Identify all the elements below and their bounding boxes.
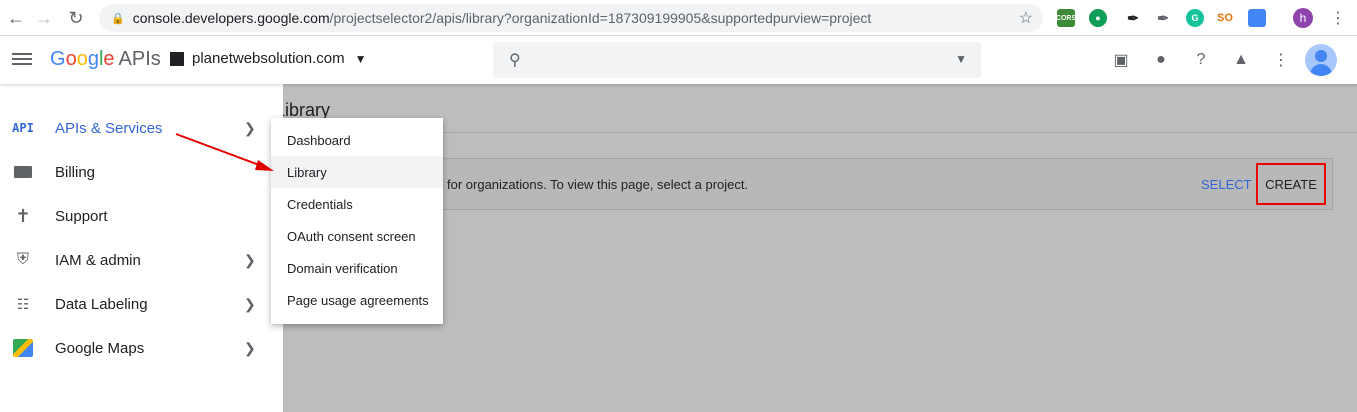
org-name: planetwebsolution.com [192,50,345,67]
nav-drawer: API APIs & Services ❯ Billing ✝ Support … [0,84,283,412]
nav-item-label: Support [55,207,108,225]
account-avatar[interactable] [1305,44,1337,76]
logo-apis: APIs [118,48,161,70]
building-icon [170,51,184,66]
search-input[interactable]: ⚲ ▼ [493,42,981,78]
submenu-item-dashboard[interactable]: Dashboard [271,124,443,156]
forward-icon[interactable]: → [30,4,58,32]
url-path: /projectselector2/apis/library?organizat… [329,10,872,26]
submenu-item-credentials[interactable]: Credentials [271,188,443,220]
search-dropdown-icon[interactable]: ▼ [955,52,967,66]
shield-icon: ⛨ [16,251,29,268]
nav-item-label: Google Maps [55,339,145,357]
title-divider [283,132,1357,133]
chevron-right-icon: ❯ [244,339,256,356]
chevron-right-icon: ❯ [244,295,256,312]
lock-icon: 🔒 [111,12,125,25]
browser-toolbar: ← → ↻ 🔒 console.developers.google.com/pr… [0,0,1357,36]
profile-avatar[interactable]: h [1293,8,1313,28]
green-ext-icon[interactable]: ● [1089,9,1107,27]
submenu-item-library[interactable]: Library [271,156,443,188]
billing-icon [12,161,34,183]
nav-item-billing[interactable]: Billing [0,150,283,194]
nav-item-google-maps[interactable]: Google Maps ❯ [0,326,283,370]
reload-icon[interactable]: ↻ [62,4,90,32]
nav-item-iam-admin[interactable]: ⛨ IAM & admin ❯ [0,238,283,282]
notifications-icon[interactable]: ▲ [1230,49,1252,71]
chevron-right-icon: ❯ [244,251,256,268]
nav-item-label: IAM & admin [55,251,141,269]
support-icon: ✝ [15,205,31,226]
feedback-icon[interactable]: ● [1150,49,1172,71]
eyedropper-icon[interactable]: ✒ [1124,9,1142,27]
colorpicker-icon[interactable]: ✒ [1154,9,1172,27]
gift-icon[interactable]: ▣ [1110,49,1132,71]
nav-item-apis-services[interactable]: API APIs & Services ❯ [0,106,283,150]
submenu-item-domain-verification[interactable]: Domain verification [271,252,443,284]
dropdown-caret-icon: ▼ [354,51,367,66]
google-apis-logo[interactable]: Google APIs [50,48,161,71]
api-icon: API [12,121,34,135]
banner-text: for organizations. To view this page, se… [447,177,749,192]
submenu-item-page-usage[interactable]: Page usage agreements [271,284,443,316]
seo-icon[interactable]: SO [1216,9,1234,27]
url-host: console.developers.google.com [132,10,330,26]
help-icon[interactable]: ? [1190,49,1212,71]
nav-item-label: Billing [55,163,96,181]
org-selector[interactable]: planetwebsolution.com ▼ [170,50,366,67]
chrome-menu-icon[interactable]: ⋮ [1330,8,1346,28]
logo-google: Google [50,48,115,70]
screenshot-icon[interactable] [1248,9,1266,27]
submenu-item-oauth-consent[interactable]: OAuth consent screen [271,220,443,252]
back-icon[interactable]: ← [2,4,30,32]
bookmark-star-icon[interactable]: ☆ [1019,8,1033,28]
apis-services-submenu: Dashboard Library Credentials OAuth cons… [271,118,443,324]
select-button[interactable]: SELECT [1201,177,1252,192]
nav-item-support[interactable]: ✝ Support [0,194,283,238]
more-options-icon[interactable]: ⋮ [1270,49,1292,71]
cors-icon[interactable]: CORS [1056,9,1076,27]
nav-item-label: APIs & Services [55,119,163,137]
app-header: Google APIs planetwebsolution.com ▼ ⚲ ▼ ▣… [0,36,1357,84]
search-icon: ⚲ [509,52,521,69]
nav-item-data-labeling[interactable]: ☷ Data Labeling ❯ [0,282,283,326]
address-bar[interactable]: 🔒 console.developers.google.com/projects… [99,4,1043,32]
data-labeling-icon: ☷ [16,295,30,312]
create-button[interactable]: CREATE [1256,163,1326,205]
nav-item-label: Data Labeling [55,295,148,313]
hamburger-menu-icon[interactable] [12,50,32,70]
maps-icon [12,337,34,359]
grammarly-icon[interactable]: G [1186,9,1204,27]
chevron-right-icon: ❯ [244,119,256,136]
